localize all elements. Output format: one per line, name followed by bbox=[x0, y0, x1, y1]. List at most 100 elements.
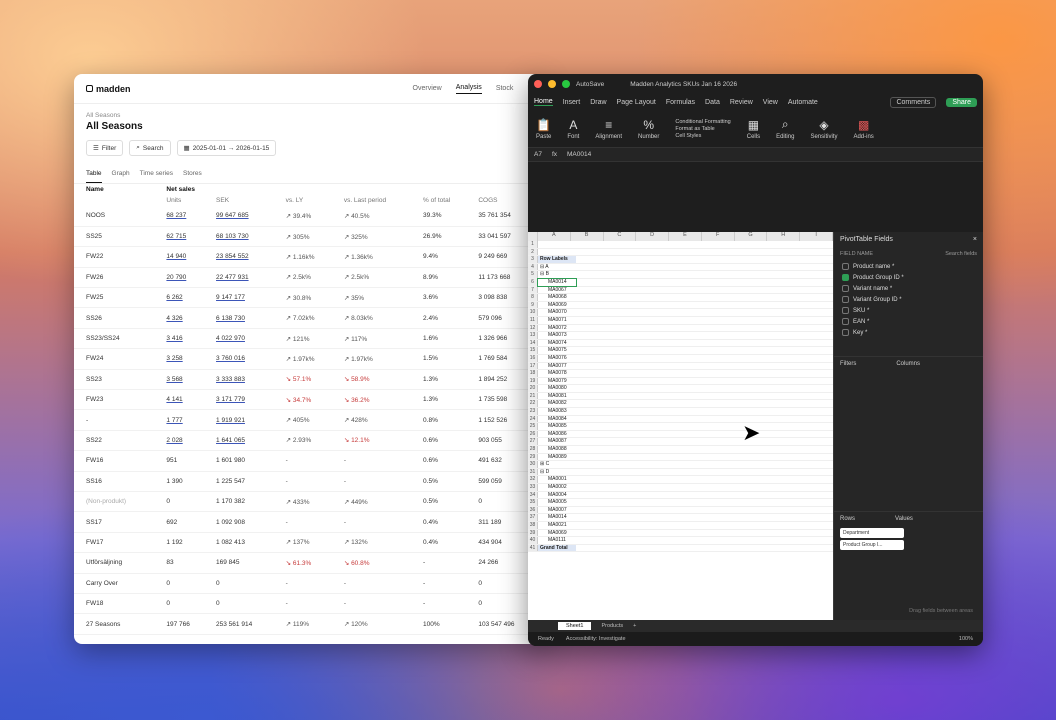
ribbon-tab-page-layout[interactable]: Page Layout bbox=[617, 99, 656, 106]
row-number[interactable]: 23 bbox=[528, 408, 538, 415]
ribbon-tab-automate[interactable]: Automate bbox=[788, 99, 818, 106]
table-row[interactable]: FW25 6 262 9 147 177 ↗ 30.8% ↗ 35% 3.6% 3 098 … bbox=[74, 287, 544, 309]
row-number[interactable]: 17 bbox=[528, 362, 538, 370]
nav-stock[interactable]: Stock bbox=[496, 85, 514, 92]
maximize-icon[interactable] bbox=[562, 80, 570, 88]
grid-row[interactable]: 26 MA0086 bbox=[528, 430, 833, 439]
row-number[interactable]: 3 bbox=[528, 256, 538, 263]
accessibility-status[interactable]: Accessibility: Investigate bbox=[566, 636, 626, 642]
grid-cell[interactable]: ⊟ D bbox=[538, 469, 576, 476]
row-number[interactable]: 20 bbox=[528, 385, 538, 392]
pivot-field[interactable]: Key * bbox=[834, 327, 983, 338]
brand-logo[interactable]: madden bbox=[86, 84, 131, 94]
table-row[interactable]: SS16 1 390 1 225 547- -0.5% 599 059 bbox=[74, 471, 544, 492]
col-vs-ly[interactable]: vs. LY bbox=[282, 195, 340, 206]
table-row[interactable]: FW23 4 141 3 171 779 ↘ 34.7% ↘ 36.2% 1.3% 1 73… bbox=[74, 389, 544, 411]
ribbon-tab-view[interactable]: View bbox=[763, 99, 778, 106]
grid-cell[interactable]: MA0073 bbox=[538, 332, 576, 339]
pivot-field[interactable]: Variant name * bbox=[834, 283, 983, 294]
tab-stores[interactable]: Stores bbox=[183, 170, 202, 183]
ribbon-tab-home[interactable]: Home bbox=[534, 98, 553, 106]
grid-row[interactable]: 28 MA0088 bbox=[528, 446, 833, 454]
grid-cell[interactable]: MA0089 bbox=[538, 454, 576, 461]
grid-cell[interactable]: MA0071 bbox=[538, 317, 576, 324]
grid-cell[interactable]: MA0072 bbox=[538, 325, 576, 332]
row-number[interactable]: 15 bbox=[528, 347, 538, 354]
pivot-field[interactable]: Product Group ID * bbox=[834, 272, 983, 283]
checkbox-icon[interactable] bbox=[842, 274, 849, 281]
row-number[interactable]: 5 bbox=[528, 271, 538, 278]
grid-row[interactable]: 1 bbox=[528, 241, 833, 249]
pivot-field[interactable]: Product name * bbox=[834, 261, 983, 272]
row-number[interactable]: 34 bbox=[528, 491, 538, 499]
grid-row[interactable]: 8 MA0068 bbox=[528, 294, 833, 302]
grid-cell[interactable]: MA0078 bbox=[538, 370, 576, 377]
grid-cell[interactable]: MA0014 bbox=[537, 278, 577, 287]
grid-row[interactable]: 14 MA0074 bbox=[528, 339, 833, 348]
column-header[interactable]: B bbox=[571, 232, 604, 241]
row-number[interactable]: 24 bbox=[528, 415, 538, 423]
row-number[interactable]: 26 bbox=[528, 430, 538, 438]
font-group[interactable]: A Font bbox=[567, 118, 579, 140]
rows-area[interactable]: Rows bbox=[840, 516, 855, 522]
ribbon-tab-insert[interactable]: Insert bbox=[563, 99, 581, 106]
grid-row[interactable]: 27 MA0087 bbox=[528, 438, 833, 447]
grid-cell[interactable]: MA0014 bbox=[538, 514, 576, 521]
share-button[interactable]: Share bbox=[946, 97, 977, 107]
grid-row[interactable]: 34 MA0004 bbox=[528, 491, 833, 500]
comments-button[interactable]: Comments bbox=[890, 96, 937, 108]
grid-cell[interactable]: ⊟ A bbox=[538, 264, 576, 271]
row-number[interactable]: 28 bbox=[528, 446, 538, 453]
grid-row[interactable]: 23 MA0083 bbox=[528, 408, 833, 416]
row-number[interactable]: 6 bbox=[528, 278, 538, 286]
grid-row[interactable]: 25 MA0085 bbox=[528, 423, 833, 431]
col-units[interactable]: Units bbox=[162, 195, 212, 206]
ribbon-tab-review[interactable]: Review bbox=[730, 99, 753, 106]
grid-cell[interactable]: MA0080 bbox=[538, 385, 576, 392]
table-row[interactable]: SS23 3 568 3 333 883 ↘ 57.1% ↘ 58.9% 1.3% 1 89… bbox=[74, 369, 544, 391]
checkbox-icon[interactable] bbox=[842, 329, 849, 336]
grid-cell[interactable] bbox=[538, 241, 576, 248]
table-row[interactable]: FW18 0 0- - -0 bbox=[74, 593, 544, 615]
table-row[interactable]: Carry Over 0 0- - -0 bbox=[74, 573, 544, 594]
pivot-field[interactable]: Variant Group ID * bbox=[834, 294, 983, 305]
row-number[interactable]: 8 bbox=[528, 294, 538, 301]
pivot-field[interactable]: EAN * bbox=[834, 316, 983, 327]
grid-cell[interactable]: MA0007 bbox=[538, 507, 576, 514]
grid-cell[interactable]: MA0021 bbox=[538, 522, 576, 529]
row-number[interactable]: 12 bbox=[528, 324, 538, 332]
col-sek[interactable]: SEK bbox=[212, 195, 282, 206]
grid-row[interactable]: 24 MA0084 bbox=[528, 415, 833, 424]
grid-row[interactable]: 3 Row Labels bbox=[528, 256, 833, 264]
search-fields-input[interactable]: Search fields bbox=[945, 251, 977, 257]
close-icon[interactable] bbox=[534, 80, 542, 88]
checkbox-icon[interactable] bbox=[842, 318, 849, 325]
filters-area[interactable]: Filters bbox=[840, 361, 856, 367]
grid-row[interactable]: 41 Grand Total bbox=[528, 544, 833, 553]
row-number[interactable]: 38 bbox=[528, 521, 538, 529]
table-row[interactable]: SS17 692 1 092 908- -0.4% 311 189 bbox=[74, 511, 544, 533]
table-row[interactable]: NOOS 68 237 99 647 685 ↗ 39.4% ↗ 40.5% 39.3% 3… bbox=[74, 206, 544, 227]
row-number[interactable]: 18 bbox=[528, 370, 538, 377]
row-number[interactable]: 10 bbox=[528, 309, 538, 316]
grid-cell[interactable]: MA0079 bbox=[538, 378, 576, 385]
grid-cell[interactable]: MA0074 bbox=[538, 340, 576, 347]
grid-row[interactable]: 19 MA0079 bbox=[528, 377, 833, 386]
grid-row[interactable]: 39 MA0069 bbox=[528, 529, 833, 538]
grid-row[interactable]: 20 MA0080 bbox=[528, 385, 833, 393]
row-number[interactable]: 36 bbox=[528, 506, 538, 514]
grid-cell[interactable]: MA0085 bbox=[538, 423, 576, 430]
sensitivity-group[interactable]: ◈ Sensitivity bbox=[810, 118, 837, 140]
row-number[interactable]: 37 bbox=[528, 514, 538, 521]
alignment-group[interactable]: ≡ Alignment bbox=[595, 118, 622, 140]
table-row[interactable]: FW17 1 192 1 082 413 ↗ 137% ↗ 132% 0.4% 434 90… bbox=[74, 532, 544, 554]
cell-styles-button[interactable]: Cell Styles bbox=[675, 133, 730, 139]
row-number[interactable]: 25 bbox=[528, 423, 538, 430]
grid-cell[interactable]: MA0067 bbox=[538, 287, 576, 294]
grid-row[interactable]: 16 MA0076 bbox=[528, 354, 833, 363]
pivot-field[interactable]: SKU * bbox=[834, 305, 983, 316]
values-area[interactable]: Values bbox=[895, 516, 913, 522]
grid-cell[interactable]: MA0005 bbox=[538, 499, 576, 506]
grid-row[interactable]: 31 ⊟ D bbox=[528, 468, 833, 477]
columns-area[interactable]: Columns bbox=[896, 361, 920, 367]
